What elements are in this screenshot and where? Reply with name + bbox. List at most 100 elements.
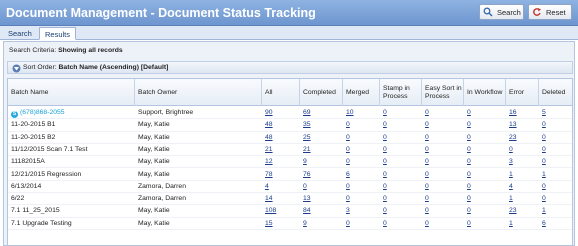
count-link[interactable]: 0 [346, 220, 350, 227]
cell-completed[interactable]: 76 [300, 169, 343, 181]
count-link[interactable]: 0 [383, 146, 387, 153]
cell-deleted[interactable]: 5 [539, 107, 572, 119]
tab-results[interactable]: Results [39, 27, 77, 40]
cell-in-workflow[interactable]: 0 [464, 205, 506, 217]
skype-call-icon[interactable]: S [11, 111, 18, 118]
cell-error[interactable]: 23 [506, 205, 539, 217]
cell-merged[interactable]: 3 [343, 205, 380, 217]
cell-completed[interactable]: 9 [300, 218, 343, 230]
cell-easy-sort-in-process[interactable]: 0 [422, 181, 464, 193]
count-link[interactable]: 0 [383, 109, 387, 116]
cell-merged[interactable]: 0 [343, 181, 380, 193]
count-link[interactable]: 0 [542, 121, 546, 128]
cell-deleted[interactable]: 0 [539, 156, 572, 168]
count-link[interactable]: 0 [467, 134, 471, 141]
count-link[interactable]: 9 [303, 220, 307, 227]
cell-easy-sort-in-process[interactable]: 0 [422, 193, 464, 205]
cell-merged[interactable]: 0 [343, 218, 380, 230]
cell-merged[interactable]: 10 [343, 107, 380, 119]
count-link[interactable]: 4 [265, 183, 269, 190]
count-link[interactable]: 90 [265, 109, 273, 116]
count-link[interactable]: 84 [303, 207, 311, 214]
cell-merged[interactable]: 0 [343, 193, 380, 205]
count-link[interactable]: 6 [346, 171, 350, 178]
cell-in-workflow[interactable]: 0 [464, 169, 506, 181]
count-link[interactable]: 0 [542, 158, 546, 165]
col-header-merged[interactable]: Merged [343, 79, 380, 106]
phone-link[interactable]: (678)868-2055 [20, 109, 65, 116]
cell-all[interactable]: 108 [262, 205, 300, 217]
count-link[interactable]: 14 [265, 195, 273, 202]
cell-error[interactable]: 13 [506, 119, 539, 131]
cell-merged[interactable]: 6 [343, 169, 380, 181]
cell-stamp-in-process[interactable]: 0 [380, 107, 422, 119]
count-link[interactable]: 0 [542, 134, 546, 141]
col-header-all[interactable]: All [262, 79, 300, 106]
cell-all[interactable]: 78 [262, 169, 300, 181]
reset-button[interactable]: Reset [528, 4, 572, 20]
count-link[interactable]: 1 [542, 171, 546, 178]
count-link[interactable]: 0 [346, 121, 350, 128]
count-link[interactable]: 0 [467, 121, 471, 128]
count-link[interactable]: 0 [425, 195, 429, 202]
count-link[interactable]: 23 [509, 134, 517, 141]
cell-deleted[interactable]: 0 [539, 144, 572, 156]
cell-merged[interactable]: 0 [343, 119, 380, 131]
cell-deleted[interactable]: 0 [539, 181, 572, 193]
col-header-batch-owner[interactable]: Batch Owner [135, 79, 262, 106]
count-link[interactable]: 76 [303, 171, 311, 178]
count-link[interactable]: 0 [467, 109, 471, 116]
count-link[interactable]: 25 [303, 134, 311, 141]
count-link[interactable]: 15 [265, 220, 273, 227]
cell-all[interactable]: 12 [262, 156, 300, 168]
count-link[interactable]: 0 [346, 158, 350, 165]
cell-completed[interactable]: 69 [300, 107, 343, 119]
count-link[interactable]: 0 [425, 158, 429, 165]
cell-stamp-in-process[interactable]: 0 [380, 169, 422, 181]
count-link[interactable]: 21 [303, 146, 311, 153]
cell-in-workflow[interactable]: 0 [464, 193, 506, 205]
count-link[interactable]: 1 [509, 195, 513, 202]
cell-completed[interactable]: 13 [300, 193, 343, 205]
count-link[interactable]: 0 [467, 183, 471, 190]
count-link[interactable]: 35 [303, 121, 311, 128]
cell-error[interactable]: 0 [506, 144, 539, 156]
cell-error[interactable]: 16 [506, 107, 539, 119]
cell-deleted[interactable]: 6 [539, 218, 572, 230]
cell-all[interactable]: 14 [262, 193, 300, 205]
count-link[interactable]: 3 [346, 207, 350, 214]
count-link[interactable]: 0 [383, 220, 387, 227]
count-link[interactable]: 13 [509, 121, 517, 128]
count-link[interactable]: 13 [303, 195, 311, 202]
count-link[interactable]: 9 [303, 158, 307, 165]
count-link[interactable]: 0 [425, 220, 429, 227]
cell-stamp-in-process[interactable]: 0 [380, 156, 422, 168]
count-link[interactable]: 69 [303, 109, 311, 116]
count-link[interactable]: 0 [425, 121, 429, 128]
cell-easy-sort-in-process[interactable]: 0 [422, 156, 464, 168]
tab-search[interactable]: Search [3, 27, 37, 40]
count-link[interactable]: 0 [425, 183, 429, 190]
cell-merged[interactable]: 0 [343, 144, 380, 156]
cell-completed[interactable]: 21 [300, 144, 343, 156]
count-link[interactable]: 48 [265, 121, 273, 128]
cell-in-workflow[interactable]: 0 [464, 156, 506, 168]
cell-deleted[interactable]: 1 [539, 205, 572, 217]
count-link[interactable]: 48 [265, 134, 273, 141]
cell-completed[interactable]: 35 [300, 119, 343, 131]
cell-stamp-in-process[interactable]: 0 [380, 205, 422, 217]
cell-stamp-in-process[interactable]: 0 [380, 181, 422, 193]
cell-error[interactable]: 1 [506, 218, 539, 230]
count-link[interactable]: 78 [265, 171, 273, 178]
count-link[interactable]: 0 [425, 207, 429, 214]
count-link[interactable]: 0 [346, 134, 350, 141]
col-header-batch-name[interactable]: Batch Name [8, 79, 135, 106]
cell-in-workflow[interactable]: 0 [464, 181, 506, 193]
cell-stamp-in-process[interactable]: 0 [380, 218, 422, 230]
cell-in-workflow[interactable]: 0 [464, 218, 506, 230]
cell-merged[interactable]: 0 [343, 156, 380, 168]
count-link[interactable]: 0 [509, 146, 513, 153]
count-link[interactable]: 16 [509, 109, 517, 116]
cell-easy-sort-in-process[interactable]: 0 [422, 169, 464, 181]
count-link[interactable]: 0 [542, 183, 546, 190]
